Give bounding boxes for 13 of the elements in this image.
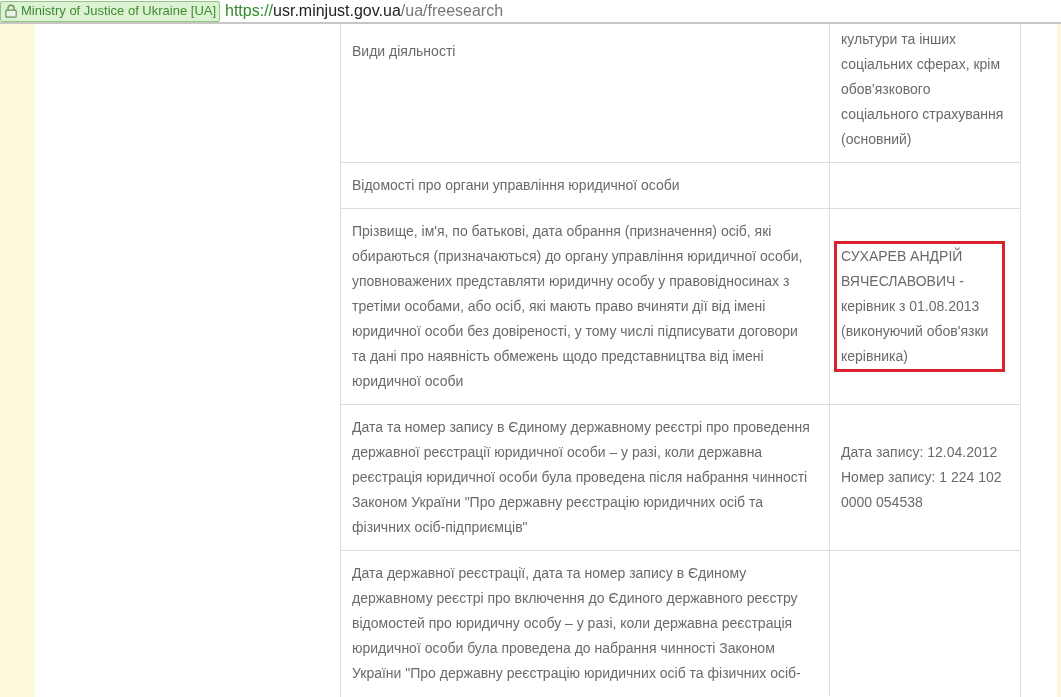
site-identity-button[interactable]: Ministry of Justice of Ukraine [UA] [0,0,220,22]
field-label-text: Види діяльності [352,42,456,61]
field-label-text: Прізвище, ім'я, по батькові, дата обрання (призначення) осіб, які обираються (призначаються) до органу управління юридичної особи, уповноважених представляти юридичну особу у правовідносинах з третіми особами, або осіб, які мають право вчиняти дії від імені юридичної особи без довіреності, у тому числі підписувати договори та дані про наявність обмежень щодо представництва від імені юридичної особи [352,222,804,391]
field-label-text: Дата державної реєстрації, дата та номер запису в Єдиному державному реєстрі про включення до Єдиного державного реєстру відомостей про юридичну особу – у разі, коли державна реєстрація юридичної особи була проведена до набрання чинності Законом України "Про державну реєстрацію юридичних осіб та фізичних осіб- [352,564,802,683]
lock-icon [5,4,17,18]
field-label-text: Відомості про органи управління юридичної особи [352,176,680,195]
field-value-text: СУХАРЕВ АНДРІЙ ВЯЧЕСЛАВОВИЧ - керівник з 01.08.2013 (виконуючий обов'язки керівника) [841,246,990,366]
field-value-text: культури та інших соціальних сферах, крім обов'язкового соціального страхування (основний) [841,30,1005,149]
field-value-text: Номер запису: 1 224 102 0000 054538 [841,468,1003,512]
url-text[interactable]: https://usr.minjust.gov.ua/ua/freesearch [225,0,504,23]
address-bar[interactable]: Ministry of Justice of Ukraine [UA] https://usr.minjust.gov.ua/ua/freesearch [0,0,1061,24]
field-value-text: Дата запису: 12.04.2012 [841,443,999,462]
field-label-text: Дата та номер запису в Єдиному державному реєстрі про проведення державної реєстрації юридичної особи – у разі, коли державна реєстрація юридичної особи була проведена після набрання чинності Законом України "Про державну реєстрацію юридичних осіб та фізичних осіб-підприємців" [352,418,811,537]
